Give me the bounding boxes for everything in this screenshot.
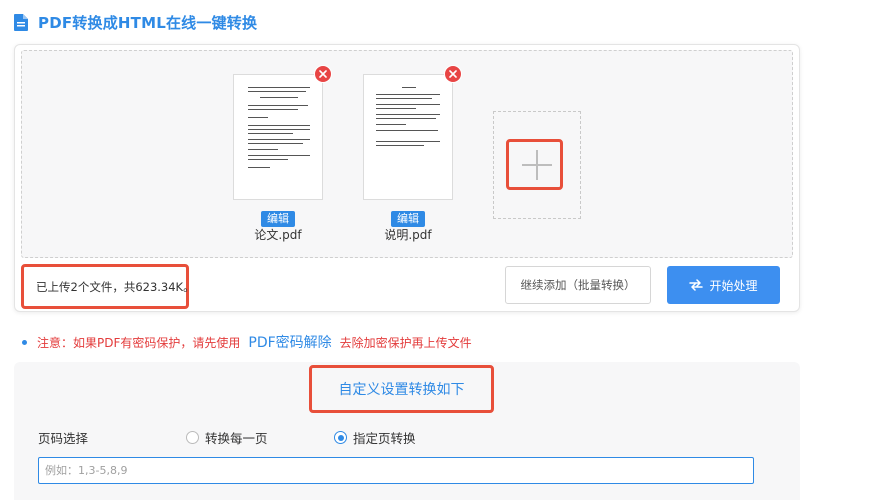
settings-title: 自定义设置转换如下	[309, 365, 494, 413]
password-notice: 注意：如果PDF有密码保护，请先使用 PDF密码解除 去除加密保护再上传文件	[22, 332, 472, 352]
drop-zone[interactable]: 编辑 论文.pdf 编辑 说明.pdf	[21, 50, 793, 258]
page-header: PDF转换成HTML在线一键转换	[14, 12, 257, 33]
file-card: 编辑 说明.pdf	[363, 65, 462, 243]
file-name: 论文.pdf	[254, 228, 302, 242]
remove-file-button[interactable]	[444, 65, 462, 83]
start-process-label: 开始处理	[709, 278, 758, 293]
close-icon	[449, 70, 457, 78]
settings-panel: 自定义设置转换如下 页码选择 转换每一页 指定页转换	[14, 362, 800, 500]
bullet-icon	[22, 339, 27, 345]
radio-circle	[186, 431, 199, 444]
notice-prefix: 注意：如果PDF有密码保护，请先使用	[37, 335, 241, 350]
pdf-password-remove-link[interactable]: PDF密码解除	[248, 332, 331, 352]
remove-file-button[interactable]	[314, 65, 332, 83]
radio-specific-pages[interactable]: 指定页转换	[334, 428, 416, 447]
radio-convert-each-page[interactable]: 转换每一页	[186, 428, 268, 447]
upload-panel: 编辑 论文.pdf 编辑 说明.pdf 已上传2个文件，共623.34K。 继续…	[14, 44, 800, 312]
start-process-button[interactable]: 开始处理	[667, 266, 780, 304]
add-file-button[interactable]	[493, 111, 581, 219]
close-icon	[319, 70, 327, 78]
radio-label: 转换每一页	[205, 431, 268, 446]
page-title: PDF转换成HTML在线一键转换	[38, 14, 258, 32]
page-range-input[interactable]	[38, 457, 754, 484]
notice-suffix: 去除加密保护再上传文件	[339, 335, 472, 350]
continue-add-button[interactable]: 继续添加（批量转换）	[505, 266, 651, 304]
file-name: 说明.pdf	[384, 228, 432, 242]
edit-file-button[interactable]: 编辑	[391, 211, 425, 227]
file-thumbnail[interactable]	[363, 74, 453, 200]
file-card: 编辑 论文.pdf	[233, 65, 332, 243]
document-icon	[14, 14, 28, 31]
file-thumbnail[interactable]	[233, 74, 323, 200]
page-select-label: 页码选择	[38, 431, 89, 446]
radio-circle-checked	[334, 431, 347, 444]
upload-status: 已上传2个文件，共623.34K。	[21, 264, 195, 309]
radio-label: 指定页转换	[353, 431, 416, 446]
swap-icon	[689, 279, 704, 291]
add-highlight	[506, 139, 563, 190]
edit-file-button[interactable]: 编辑	[261, 211, 295, 227]
